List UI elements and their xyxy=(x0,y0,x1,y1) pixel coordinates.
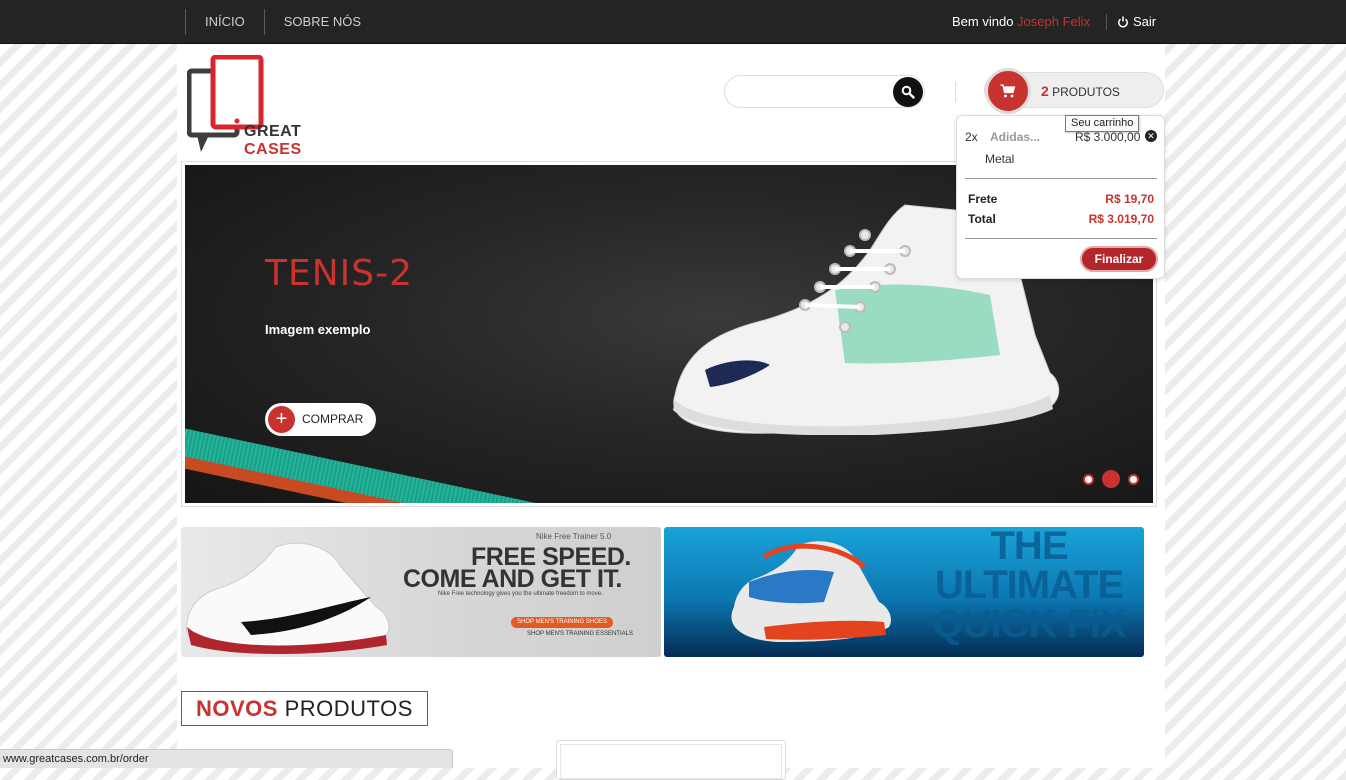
divider xyxy=(965,238,1157,239)
total-row: Total R$ 3.019,70 xyxy=(968,212,1154,226)
promo-banner-free-speed[interactable]: Nike Free Trainer 5.0 FREE SPEED. COME A… xyxy=(181,527,661,657)
slider-dot-2[interactable] xyxy=(1102,470,1120,488)
cart-button[interactable]: 2 PRODUTOS xyxy=(984,68,1164,114)
cart-item-name[interactable]: Adidas... xyxy=(990,130,1040,144)
cart-tooltip: Seu carrinho xyxy=(1065,115,1140,132)
total-label: Total xyxy=(968,212,996,226)
section-title-rest: PRODUTOS xyxy=(284,696,413,721)
power-icon xyxy=(1118,16,1128,28)
slider-pagination xyxy=(1083,470,1147,488)
browser-status-bar: www.greatcases.com.br/order xyxy=(0,749,453,768)
nav-link-about[interactable]: SOBRE NÓS xyxy=(265,0,380,44)
logout-button[interactable]: Sair xyxy=(1117,0,1156,44)
banner-shop-essentials-link[interactable]: SHOP MEN'S TRAINING ESSENTIALS xyxy=(527,631,633,637)
slide-title: TENIS-2 xyxy=(265,253,414,294)
promo-banner-quick-fix[interactable]: THE ULTIMATE QUICK FIX xyxy=(664,527,1144,657)
site-logo[interactable]: GREAT CASES xyxy=(186,54,357,158)
running-shoe-image xyxy=(731,541,891,642)
search-button[interactable] xyxy=(893,77,923,107)
cart-count: 2 PRODUTOS xyxy=(1041,83,1120,99)
search-input[interactable] xyxy=(737,76,897,107)
brand-name: GREAT CASES xyxy=(244,123,357,159)
decorative-stripe xyxy=(185,420,654,503)
search-box xyxy=(724,75,925,108)
nav-link-home[interactable]: INÍCIO xyxy=(186,0,264,44)
cart-item-price: R$ 3.000,00 xyxy=(1075,130,1141,144)
topbar-divider xyxy=(1106,14,1107,30)
buy-button-label: COMPRAR xyxy=(302,412,364,426)
cart-icon-circle xyxy=(985,68,1031,114)
top-navigation-bar: INÍCIO SOBRE NÓS Bem vindo Joseph Felix … xyxy=(0,0,1346,44)
brand-part2: CASES xyxy=(244,141,302,158)
plus-icon: + xyxy=(268,406,295,433)
banner-shop-shoes-button[interactable]: SHOP MEN'S TRAINING SHOES xyxy=(511,617,613,628)
shipping-value: R$ 19,70 xyxy=(1105,192,1154,206)
shopping-cart-icon xyxy=(1000,84,1016,98)
section-title-new-products: NOVOS PRODUTOS xyxy=(181,691,428,726)
banner-quick-fix-headline: THE ULTIMATE QUICK FIX xyxy=(932,527,1126,646)
search-icon xyxy=(901,85,915,99)
main-nav: INÍCIO SOBRE NÓS xyxy=(185,0,380,44)
divider xyxy=(965,178,1157,179)
banner-product-name: Nike Free Trainer 5.0 xyxy=(536,532,612,541)
cart-count-label: PRODUTOS xyxy=(1052,85,1120,99)
logout-label: Sair xyxy=(1133,14,1157,29)
banner-description: Nike Free technology gives you the ultim… xyxy=(438,591,603,597)
slider-dot-3[interactable] xyxy=(1128,473,1139,485)
product-card[interactable] xyxy=(556,740,786,780)
remove-item-icon[interactable]: ✕ xyxy=(1145,130,1157,142)
section-title-bold: NOVOS xyxy=(196,696,278,721)
shipping-row: Frete R$ 19,70 xyxy=(968,192,1154,206)
welcome-label: Bem vindo xyxy=(952,14,1014,29)
header-divider xyxy=(955,82,956,102)
welcome-message: Bem vindo Joseph Felix xyxy=(952,0,1090,44)
cart-item-variant: Metal xyxy=(985,152,1015,166)
banner-headline-2: COME AND GET IT. xyxy=(403,565,622,593)
shipping-label: Frete xyxy=(968,192,998,206)
buy-button[interactable]: + COMPRAR xyxy=(265,403,376,436)
training-shoe-image xyxy=(185,542,390,655)
user-name-link[interactable]: Joseph Felix xyxy=(1017,14,1090,29)
cart-dropdown: 2x Adidas... R$ 3.000,00 ✕ Metal Frete R… xyxy=(956,115,1165,279)
cart-count-number: 2 xyxy=(1041,83,1049,99)
total-value: R$ 3.019,70 xyxy=(1088,212,1154,226)
slide-subtitle: Imagem exemplo xyxy=(265,322,371,337)
checkout-button[interactable]: Finalizar xyxy=(1080,246,1158,272)
slider-dot-1[interactable] xyxy=(1083,473,1094,485)
brand-part1: GREAT xyxy=(244,123,302,140)
cart-item-qty: 2x xyxy=(965,130,978,144)
